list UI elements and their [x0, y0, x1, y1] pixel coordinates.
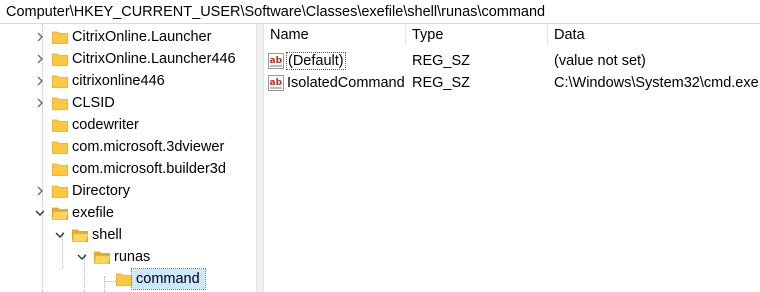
column-header-label: Type: [412, 27, 444, 43]
chevron-right-icon[interactable]: [34, 185, 46, 197]
value-row[interactable]: ab (Default) REG_SZ (value not set): [264, 50, 760, 72]
folder-icon: [52, 74, 68, 88]
tree-item-label: com.microsoft.builder3d: [72, 161, 226, 177]
column-header-label: Name: [270, 27, 309, 43]
tree-guide-line: [104, 276, 105, 292]
folder-icon: [52, 52, 68, 66]
tree-item-directory[interactable]: Directory: [34, 180, 135, 202]
tree-item-command[interactable]: command: [116, 268, 206, 290]
folder-open-icon: [52, 206, 68, 220]
tree-guide-line: [104, 281, 116, 282]
values-list[interactable]: Name Type Data ab (Default) REG_SZ (valu…: [264, 24, 760, 292]
value-name: IsolatedCommand: [287, 75, 405, 91]
string-value-icon: ab: [268, 75, 284, 91]
folder-icon: [52, 184, 68, 198]
folder-icon: [52, 140, 68, 154]
folder-open-icon: [72, 228, 88, 242]
tree-item-shell[interactable]: shell: [54, 224, 127, 246]
tree-item-codewriter[interactable]: codewriter: [52, 114, 144, 136]
column-header-name[interactable]: Name: [264, 24, 406, 46]
folder-icon: [52, 96, 68, 110]
tree-item-label: codewriter: [72, 117, 139, 133]
tree-item-label: citrixonline446: [72, 73, 165, 89]
folder-icon: [116, 272, 132, 286]
tree-item-label: CLSID: [72, 95, 115, 111]
tree-item-label: runas: [114, 249, 151, 265]
address-bar[interactable]: Computer\HKEY_CURRENT_USER\Software\Clas…: [0, 0, 760, 24]
value-data: C:\Windows\System32\cmd.exe: [554, 75, 759, 91]
tree-item-label: CitrixOnline.Launcher446: [72, 51, 236, 67]
tree-item-com-microsoft-3dviewer[interactable]: com.microsoft.3dviewer: [52, 136, 229, 158]
column-header-label: Data: [554, 27, 585, 43]
tree-item-citrixonline-launcher446[interactable]: CitrixOnline.Launcher446: [34, 48, 241, 70]
tree-item-runas[interactable]: runas: [76, 246, 155, 268]
tree-item-exefile[interactable]: exefile: [34, 202, 119, 224]
chevron-down-icon[interactable]: [76, 251, 88, 263]
chevron-right-icon[interactable]: [34, 31, 46, 43]
string-value-icon: ab: [268, 53, 284, 69]
folder-icon: [52, 162, 68, 176]
tree-item-clsid[interactable]: CLSID: [34, 92, 120, 114]
chevron-right-icon[interactable]: [34, 53, 46, 65]
tree-item-label: com.microsoft.3dviewer: [72, 139, 225, 155]
svg-text:ab: ab: [270, 78, 283, 88]
column-header-type[interactable]: Type: [406, 24, 548, 46]
tree-item-label: shell: [92, 227, 122, 243]
value-row[interactable]: ab IsolatedCommand REG_SZ C:\Windows\Sys…: [264, 72, 760, 94]
svg-text:ab: ab: [270, 56, 283, 66]
folder-icon: [52, 30, 68, 44]
registry-tree[interactable]: CitrixOnline.Launcher CitrixOnline.Launc…: [0, 24, 256, 292]
chevron-right-icon[interactable]: [34, 75, 46, 87]
value-name: (Default): [286, 52, 346, 70]
value-type: REG_SZ: [412, 75, 471, 91]
tree-item-label: command: [131, 268, 206, 290]
tree-item-label: Directory: [72, 183, 131, 199]
value-data: (value not set): [554, 53, 646, 69]
address-path: Computer\HKEY_CURRENT_USER\Software\Clas…: [6, 3, 546, 20]
chevron-right-icon[interactable]: [34, 97, 46, 109]
pane-splitter[interactable]: [256, 24, 264, 292]
tree-item-com-microsoft-builder3d[interactable]: com.microsoft.builder3d: [52, 158, 231, 180]
value-type: REG_SZ: [412, 53, 471, 69]
tree-item-citrixonline446[interactable]: citrixonline446: [34, 70, 170, 92]
tree-item-label: CitrixOnline.Launcher: [72, 29, 212, 45]
chevron-down-icon[interactable]: [34, 207, 46, 219]
tree-item-label: exefile: [72, 205, 114, 221]
folder-open-icon: [94, 250, 110, 264]
column-header-data[interactable]: Data: [548, 24, 760, 46]
tree-item-citrixonline-launcher[interactable]: CitrixOnline.Launcher: [34, 26, 216, 48]
chevron-down-icon[interactable]: [54, 229, 66, 241]
folder-icon: [52, 118, 68, 132]
